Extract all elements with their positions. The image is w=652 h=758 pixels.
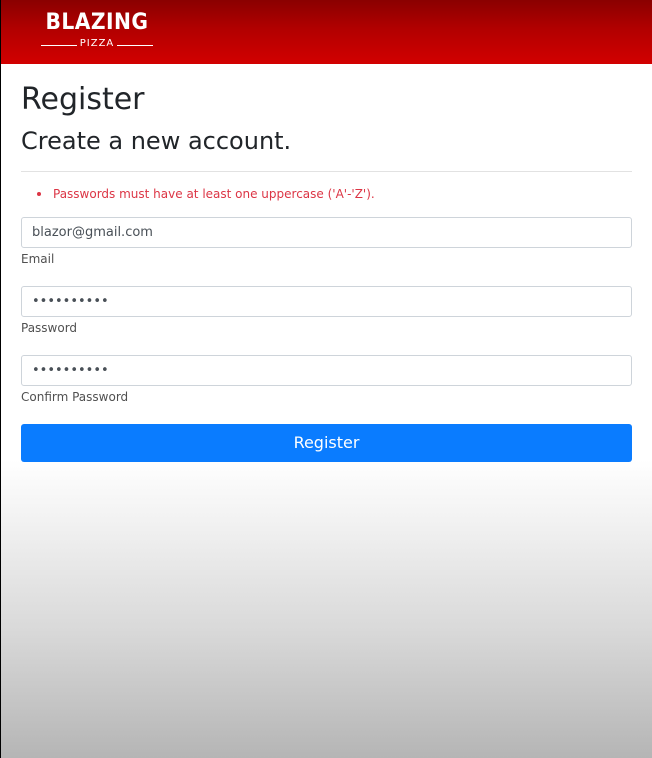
logo-divider-right [117, 45, 153, 46]
bullet-icon [37, 192, 41, 196]
page-subtitle: Create a new account. [21, 127, 292, 155]
logo-subtitle: PIZZA [79, 38, 115, 49]
email-input[interactable] [21, 217, 632, 248]
logo-title: BLAZING [45, 10, 149, 35]
email-label: Email [21, 252, 55, 266]
password-group: Password [21, 286, 632, 336]
email-group: Email [21, 217, 632, 267]
validation-summary: Passwords must have at least one upperca… [21, 186, 632, 202]
validation-error-text: Passwords must have at least one upperca… [53, 187, 375, 201]
password-label: Password [21, 321, 78, 335]
register-button[interactable]: Register [21, 424, 632, 462]
password-input[interactable] [21, 286, 632, 317]
register-page: BLAZING PIZZA Register Create a new acco… [1, 0, 652, 758]
top-bar: BLAZING PIZZA [1, 0, 652, 64]
page-title: Register [21, 82, 145, 117]
confirm-password-label: Confirm Password [21, 390, 129, 404]
blazing-pizza-logo[interactable]: BLAZING PIZZA [39, 10, 155, 54]
validation-error: Passwords must have at least one upperca… [21, 186, 632, 202]
confirm-password-input[interactable] [21, 355, 632, 386]
logo-subtitle-row: PIZZA [39, 38, 155, 52]
divider [21, 171, 632, 172]
confirm-password-group: Confirm Password [21, 355, 632, 405]
